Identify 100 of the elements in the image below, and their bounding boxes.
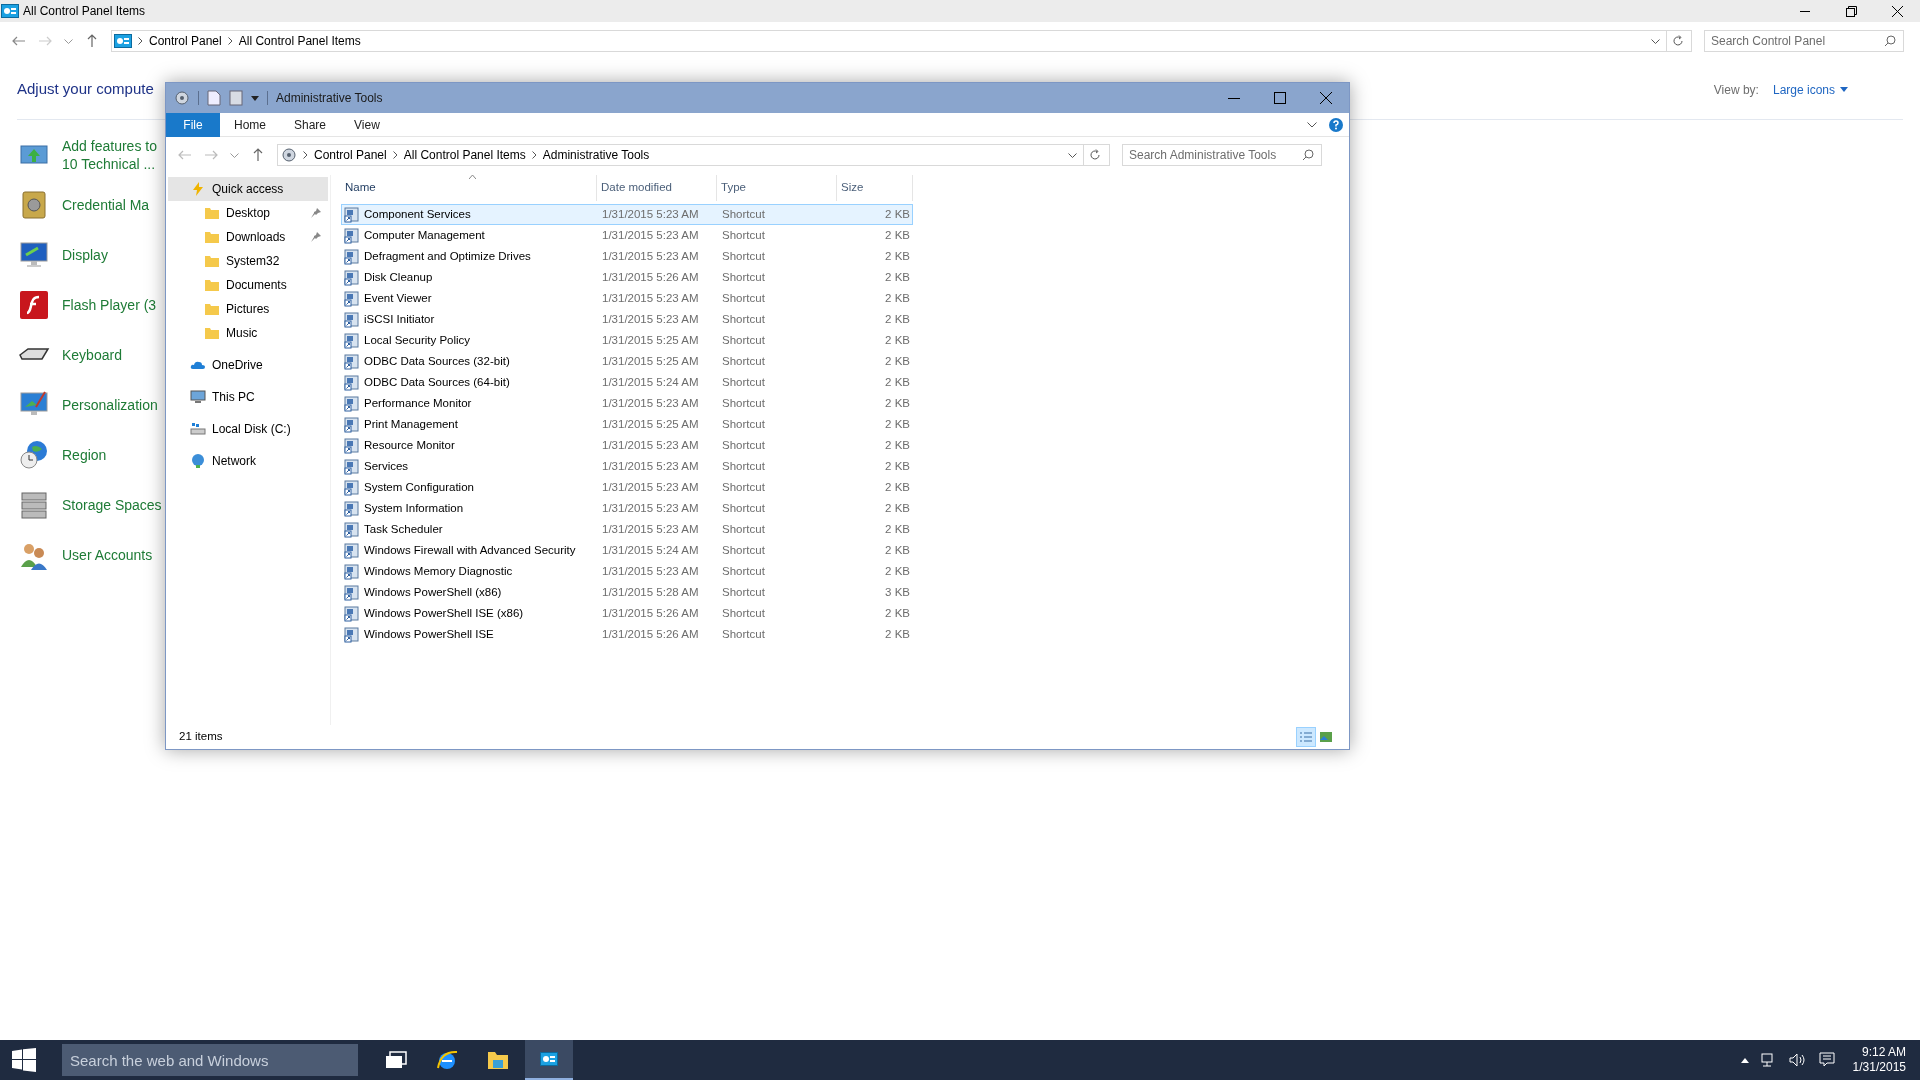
column-header[interactable]: Type (717, 175, 837, 201)
column-header[interactable]: Size (837, 175, 913, 201)
control-panel-link[interactable]: Add features to 10 Technical ... (62, 137, 157, 173)
file-row[interactable]: Windows PowerShell ISE (x86) 1/31/2015 5:26 AM Shortcut 2 KB (341, 603, 913, 624)
shortcut-icon (344, 500, 360, 517)
nav-item[interactable]: This PC (168, 385, 328, 409)
notification-icon[interactable] (1818, 1052, 1835, 1068)
nav-item[interactable]: OneDrive (168, 353, 328, 377)
file-row[interactable]: Windows PowerShell ISE 1/31/2015 5:26 AM Shortcut 2 KB (341, 624, 913, 645)
control-panel-link[interactable]: Display (62, 246, 108, 264)
file-name: Services (364, 458, 409, 474)
file-row[interactable]: System Configuration 1/31/2015 5:23 AM Shortcut 2 KB (341, 477, 913, 498)
dropdown-icon[interactable] (1651, 38, 1660, 44)
refresh-icon[interactable] (1089, 149, 1101, 161)
search-field[interactable]: Search Administrative Tools (1122, 144, 1322, 166)
back-icon[interactable] (12, 35, 26, 47)
control-panel-link[interactable]: Keyboard (62, 346, 122, 364)
nav-item[interactable]: Documents (168, 273, 328, 297)
taskbar-app-button[interactable] (525, 1040, 573, 1080)
address-bar[interactable]: Control Panel All Control Panel Items (111, 30, 1692, 52)
file-row[interactable]: Performance Monitor 1/31/2015 5:23 AM Shortcut 2 KB (341, 393, 913, 414)
size-cell-text: 2 KB (884, 395, 911, 411)
shortcut-icon (344, 290, 360, 307)
view-by-dropdown[interactable]: Large icons (1772, 80, 1848, 99)
breadcrumb-item[interactable]: Administrative Tools (542, 146, 650, 164)
file-row[interactable]: Windows Firewall with Advanced Security 1/31/2015 5:24 AM Shortcut 2 KB (341, 540, 913, 561)
nav-item[interactable]: Downloads (168, 225, 328, 249)
size-cell-text: 2 KB (884, 500, 911, 516)
search-icon (1884, 35, 1896, 47)
control-panel-link[interactable]: User Accounts (62, 546, 153, 564)
file-row[interactable]: Resource Monitor 1/31/2015 5:23 AM Shortcut 2 KB (341, 435, 913, 456)
taskbar-search-field[interactable]: Search the web and Windows (62, 1044, 358, 1076)
chevron-up-icon[interactable] (1740, 1057, 1749, 1063)
control-panel-link[interactable]: Credential Ma (62, 196, 150, 214)
file-row[interactable]: Local Security Policy 1/31/2015 5:25 AM Shortcut 2 KB (341, 330, 913, 351)
file-row[interactable]: ODBC Data Sources (64-bit) 1/31/2015 5:24 AM Shortcut 2 KB (341, 372, 913, 393)
file-row[interactable]: Services 1/31/2015 5:23 AM Shortcut 2 KB (341, 456, 913, 477)
globe-clock-icon (18, 439, 50, 471)
minimize-icon (1228, 97, 1240, 99)
ribbon-tab[interactable]: View (340, 112, 394, 137)
caret-icon[interactable] (251, 95, 259, 101)
nav-item[interactable]: Local Disk (C:) (168, 417, 328, 441)
file-row[interactable]: Computer Management 1/31/2015 5:23 AM Shortcut 2 KB (341, 225, 913, 246)
date-cell-text: 1/31/2015 5:23 AM (601, 206, 700, 222)
shortcut-icon (344, 269, 360, 286)
type-cell-text: Shortcut (721, 458, 766, 474)
column-header[interactable]: Name (341, 175, 597, 201)
date-cell-text: 1/31/2015 5:26 AM (601, 626, 700, 642)
refresh-icon[interactable] (1672, 35, 1684, 47)
file-tab[interactable]: File (166, 112, 220, 137)
file-row[interactable]: ODBC Data Sources (32-bit) 1/31/2015 5:25 AM Shortcut 2 KB (341, 351, 913, 372)
breadcrumb-item[interactable]: All Control Panel Items (403, 146, 526, 164)
file-row[interactable]: Windows Memory Diagnostic 1/31/2015 5:23 AM Shortcut 2 KB (341, 561, 913, 582)
view-toggle-button[interactable] (1296, 727, 1316, 747)
file-row[interactable]: Windows PowerShell (x86) 1/31/2015 5:28 AM Shortcut 3 KB (341, 582, 913, 603)
file-name: Performance Monitor (364, 395, 472, 411)
search-field[interactable]: Search Control Panel (1704, 30, 1904, 52)
speaker-icon[interactable] (1788, 1053, 1807, 1067)
ribbon-tab[interactable]: Home (220, 112, 280, 137)
date-cell-text: 1/31/2015 5:24 AM (601, 374, 700, 390)
ribbon-tab[interactable]: Share (280, 112, 341, 137)
breadcrumb-item[interactable]: All Control Panel Items (238, 32, 361, 50)
properties-icon[interactable] (207, 90, 221, 106)
shortcut-icon (344, 206, 360, 223)
dropdown-icon[interactable] (1068, 152, 1077, 158)
file-row[interactable]: Print Management 1/31/2015 5:25 AM Shortcut 2 KB (341, 414, 913, 435)
up-icon[interactable] (85, 34, 99, 48)
shortcut-icon (344, 563, 360, 580)
address-bar[interactable]: Control Panel All Control Panel Items Administrative Tools (277, 144, 1110, 166)
breadcrumb-item[interactable]: Control Panel (149, 32, 222, 50)
gear-icon[interactable] (174, 90, 190, 106)
control-panel-link[interactable]: Personalization (62, 396, 158, 414)
nav-item[interactable]: Pictures (168, 297, 328, 321)
column-header[interactable]: Date modified (597, 175, 717, 201)
control-panel-link[interactable]: Flash Player (3 (62, 296, 157, 314)
file-row[interactable]: iSCSI Initiator 1/31/2015 5:23 AM Shortcut 2 KB (341, 309, 913, 330)
type-cell-text: Shortcut (721, 416, 766, 432)
breadcrumb-item[interactable]: Control Panel (314, 146, 387, 164)
expand-ribbon-icon[interactable] (1307, 121, 1317, 128)
nav-item[interactable]: Quick access (168, 177, 328, 201)
control-panel-link[interactable]: Region (62, 446, 107, 464)
up-icon[interactable] (251, 148, 265, 162)
help-icon[interactable] (1329, 117, 1343, 132)
nav-item[interactable]: Desktop (168, 201, 328, 225)
nav-item[interactable]: Music (168, 321, 328, 345)
file-row[interactable]: Defragment and Optimize Drives 1/31/2015 5:23 AM Shortcut 2 KB (341, 246, 913, 267)
file-row[interactable]: Event Viewer 1/31/2015 5:23 AM Shortcut 2 KB (341, 288, 913, 309)
control-panel-link[interactable]: Storage Spaces (62, 496, 162, 514)
file-row[interactable]: Component Services 1/31/2015 5:23 AM Shortcut 2 KB (341, 204, 913, 225)
file-name: Defragment and Optimize Drives (364, 248, 531, 264)
size-cell-text: 2 KB (884, 248, 911, 264)
nav-item[interactable]: Network (168, 449, 328, 473)
file-row[interactable]: Disk Cleanup 1/31/2015 5:26 AM Shortcut 2 KB (341, 267, 913, 288)
nav-item[interactable]: System32 (168, 249, 328, 273)
folder-icon (487, 1050, 509, 1070)
type-cell-text: Shortcut (721, 227, 766, 243)
computer-icon (190, 389, 206, 405)
file-name: ODBC Data Sources (32-bit) (364, 353, 510, 369)
file-row[interactable]: Task Scheduler 1/31/2015 5:23 AM Shortcut 2 KB (341, 519, 913, 540)
file-row[interactable]: System Information 1/31/2015 5:23 AM Shortcut 2 KB (341, 498, 913, 519)
